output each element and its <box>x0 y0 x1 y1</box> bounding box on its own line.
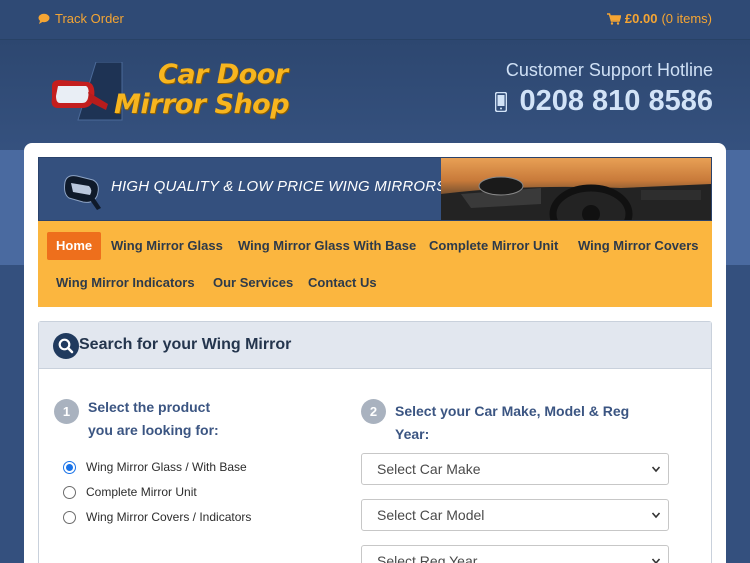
step-2-badge: 2 <box>361 399 386 424</box>
chevron-down-icon <box>652 512 660 519</box>
logo-line2: Mirror Shop <box>114 89 290 120</box>
top-bar: Track Order £0.00 (0 items) <box>0 0 750 40</box>
nav-item-our-services[interactable]: Our Services <box>204 269 302 297</box>
reg-year-select[interactable]: Select Reg Year <box>361 545 669 563</box>
cart-link[interactable]: £0.00 (0 items) <box>606 11 712 26</box>
car-model-select[interactable]: Select Car Model <box>361 499 669 531</box>
logo-line1: Car Door <box>158 59 288 90</box>
step-1-label: Select the product you are looking for: <box>88 396 219 442</box>
logo-text: Car Door Mirror Shop <box>114 59 290 120</box>
product-option-covers[interactable]: Wing Mirror Covers / Indicators <box>63 510 251 524</box>
cart-total: £0.00 <box>624 11 658 26</box>
track-order-label: Track Order <box>55 11 124 26</box>
support-title: Customer Support Hotline <box>505 60 713 80</box>
car-model-select-value: Select Car Model <box>377 507 485 523</box>
chevron-down-icon <box>652 466 660 473</box>
nav-item-wing-mirror-glass[interactable]: Wing Mirror Glass <box>102 232 232 260</box>
nav-item-home[interactable]: Home <box>47 232 102 260</box>
mobile-phone-icon <box>495 91 508 112</box>
nav-item-wing-mirror-glass-with-base[interactable]: Wing Mirror Glass With Base <box>229 232 425 260</box>
product-option-complete-unit-label: Complete Mirror Unit <box>86 485 197 499</box>
radio-complete-unit[interactable] <box>63 485 76 499</box>
site-logo[interactable]: Car Door Mirror Shop <box>40 58 310 128</box>
step-1-label-line2: you are looking for: <box>88 422 219 438</box>
search-panel: Search for your Wing Mirror 1 Select the… <box>38 321 712 563</box>
support-block: Customer Support Hotline 0208 810 8586 <box>495 60 713 118</box>
track-order-link[interactable]: Track Order <box>38 11 124 26</box>
step-1-label-line1: Select the product <box>88 399 211 415</box>
chat-icon <box>38 13 50 24</box>
main-card: HIGH QUALITY & LOW PRICE WING MIRRORS Ho… <box>24 143 726 563</box>
search-panel-title: Search for your Wing Mirror <box>79 336 292 353</box>
search-panel-header: Search for your Wing Mirror <box>39 322 711 369</box>
car-make-select-value: Select Car Make <box>377 461 481 477</box>
step-2-label: Select your Car Make, Model & Reg Year: <box>395 400 629 446</box>
car-interior-image <box>441 158 711 220</box>
product-option-glass[interactable]: Wing Mirror Glass / With Base <box>63 460 247 474</box>
cart-items-count: (0 items) <box>661 11 712 26</box>
step-2-label-line1: Select your Car Make, Model & Reg <box>395 403 630 419</box>
product-option-covers-label: Wing Mirror Covers / Indicators <box>86 510 252 524</box>
product-option-complete-unit[interactable]: Complete Mirror Unit <box>63 485 197 499</box>
banner-text: HIGH QUALITY & LOW PRICE WING MIRRORS <box>111 178 447 195</box>
wing-mirror-banner-icon <box>64 175 101 210</box>
car-make-select[interactable]: Select Car Make <box>361 453 669 485</box>
reg-year-select-value: Select Reg Year <box>377 553 478 563</box>
nav-item-contact-us[interactable]: Contact Us <box>299 269 386 297</box>
promo-banner: HIGH QUALITY & LOW PRICE WING MIRRORS <box>38 157 712 221</box>
nav-item-wing-mirror-indicators[interactable]: Wing Mirror Indicators <box>47 269 204 297</box>
nav-item-wing-mirror-covers[interactable]: Wing Mirror Covers <box>569 232 708 260</box>
cart-icon <box>606 12 621 25</box>
phone-number-link[interactable]: 0208 810 8586 <box>495 85 713 118</box>
radio-glass[interactable] <box>63 460 76 474</box>
phone-number: 0208 810 8586 <box>519 85 713 117</box>
main-nav: Home Wing Mirror Glass Wing Mirror Glass… <box>38 221 712 307</box>
chevron-down-icon <box>652 558 660 563</box>
steering-wheel-icon <box>441 176 711 220</box>
nav-item-complete-mirror-unit[interactable]: Complete Mirror Unit <box>420 232 567 260</box>
search-icon <box>53 333 79 359</box>
step-2-label-line2: Year: <box>395 426 430 442</box>
step-1-badge: 1 <box>54 399 79 424</box>
product-option-glass-label: Wing Mirror Glass / With Base <box>86 460 247 474</box>
radio-covers[interactable] <box>63 510 76 524</box>
